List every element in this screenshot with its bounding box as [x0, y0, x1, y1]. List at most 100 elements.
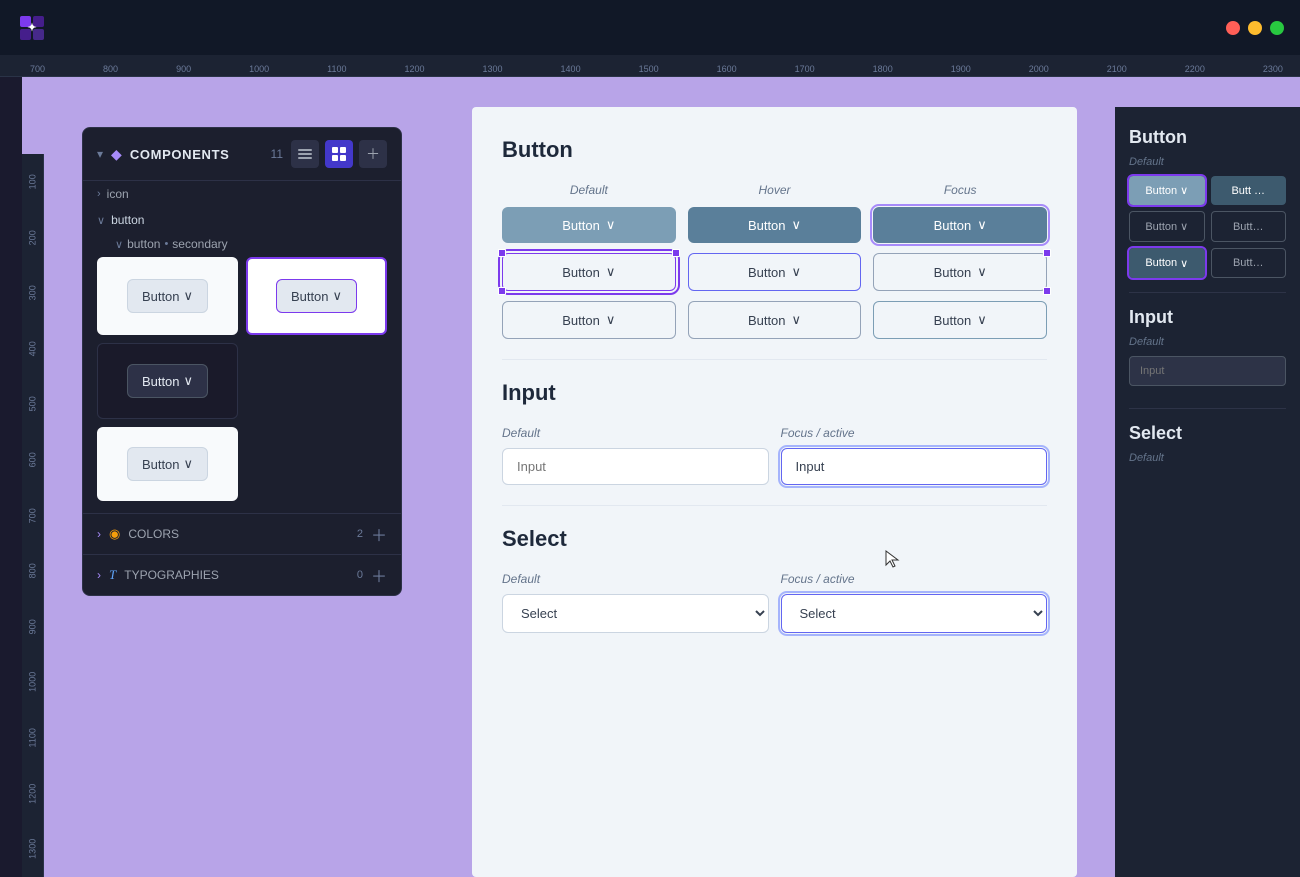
add-typography-button[interactable]: ＋: [371, 563, 387, 587]
button-outline-default[interactable]: Button ∨: [502, 301, 676, 339]
button-section-title: Button: [502, 137, 1047, 163]
chevron-down-icon: …: [1254, 185, 1265, 197]
right-select-title: Select: [1129, 423, 1286, 444]
horizontal-ruler: 700 800 900 1000 1100 1200 1300 1400 150…: [0, 55, 1300, 77]
ruler-mark: 2300: [1263, 64, 1283, 74]
component-button-dark-1[interactable]: Button ∨: [127, 364, 208, 398]
canvas[interactable]: 100 200 300 400 500 600 700 800 900 1000…: [22, 77, 1300, 877]
button-primary-focus[interactable]: Button ∨: [873, 207, 1047, 243]
button-outline-focus-selected[interactable]: Button ∨: [873, 253, 1047, 291]
chevron-down-icon: ∨: [792, 217, 802, 233]
component-button-bottom[interactable]: Button ∨: [127, 447, 208, 481]
button-state-labels: Default Hover Focus: [502, 183, 1047, 197]
vertical-ruler: 100 200 300 400 500 600 700 800 900 1000…: [22, 154, 44, 877]
state-default-label: Default: [502, 183, 676, 197]
button-label: Button: [142, 457, 180, 472]
right-divider-2: [1129, 408, 1286, 409]
component-card-light-2[interactable]: Button ∨: [246, 257, 387, 335]
input-default-label: Default: [502, 426, 769, 440]
right-button-row-3: Button ∨ Butt…: [1129, 248, 1286, 278]
tree-item-icon-label: icon: [107, 187, 129, 201]
svg-text:✦: ✦: [27, 22, 36, 34]
right-button-outline-3[interactable]: Butt…: [1211, 248, 1287, 278]
panel-count: 11: [271, 147, 283, 161]
maximize-button[interactable]: [1270, 21, 1284, 35]
close-button[interactable]: [1226, 21, 1240, 35]
ruler-mark: 1700: [795, 64, 815, 74]
button-text: Button: [562, 218, 600, 233]
button-text: Button: [748, 265, 786, 280]
button-row-outline-selected: Button ∨ Button ∨ Button: [502, 253, 1047, 291]
select-focus-label: Focus / active: [781, 572, 1048, 586]
chevron-down-icon: ∨: [977, 312, 987, 328]
section-divider-2: [502, 505, 1047, 506]
select-focused-field[interactable]: Select: [781, 594, 1048, 633]
list-view-button[interactable]: [291, 140, 319, 168]
ruler-mark: 1300: [483, 64, 503, 74]
tree-item-button[interactable]: ∨ button: [83, 207, 401, 233]
state-hover-label: Hover: [688, 183, 862, 197]
right-button-active-3[interactable]: Button ∨: [1129, 248, 1205, 278]
colors-count: 2: [357, 528, 363, 540]
right-input-title: Input: [1129, 307, 1286, 328]
button-outline-hover[interactable]: Button ∨: [688, 301, 862, 339]
v-ruler-mark: 1300: [22, 839, 44, 860]
button-outline-default-selected[interactable]: Button ∨: [502, 253, 676, 291]
ruler-mark: 1100: [327, 64, 346, 74]
right-button-outline-1[interactable]: Button ∨: [1129, 211, 1205, 242]
button-text: Button: [562, 265, 600, 280]
v-ruler-mark: 100: [22, 171, 44, 192]
select-default-field[interactable]: Select: [502, 594, 769, 633]
button-primary-default[interactable]: Button ∨: [502, 207, 676, 243]
button-label: Button: [142, 289, 180, 304]
add-color-button[interactable]: ＋: [371, 522, 387, 546]
tree-item-button-secondary[interactable]: ∨ button • secondary: [83, 233, 401, 257]
panel-collapse-icon[interactable]: ▾: [97, 147, 103, 161]
button-outline-hover-selected[interactable]: Button ∨: [688, 253, 862, 291]
chevron-down-icon: ∨: [1180, 220, 1188, 233]
tree-secondary-chevron-icon: ∨: [115, 238, 123, 251]
chevron-right-icon: ›: [97, 527, 101, 541]
component-button-selected[interactable]: Button ∨: [276, 279, 357, 313]
component-card-bottom[interactable]: Button ∨: [97, 427, 238, 501]
input-focused-field[interactable]: [781, 448, 1048, 485]
v-ruler-mark: 900: [22, 616, 44, 637]
chevron-down-icon: ∨: [977, 264, 987, 280]
component-grid: Button ∨ Button ∨ Button ∨ Button: [83, 257, 401, 513]
input-default-field[interactable]: [502, 448, 769, 485]
button-section: Button Default Hover Focus Button ∨ Butt…: [502, 137, 1047, 339]
chevron-down-icon: ∨: [606, 264, 616, 280]
ruler-mark: 1000: [249, 64, 269, 74]
right-button-title: Button: [1129, 127, 1286, 148]
right-button-teal-1[interactable]: Button ∨: [1129, 176, 1205, 205]
button-outline-focus[interactable]: Button ∨: [873, 301, 1047, 339]
component-card-dark-1[interactable]: Button ∨: [97, 343, 238, 419]
tree-secondary-label: secondary: [172, 237, 227, 251]
typographies-section-row[interactable]: › T TYPOGRAPHIES 0 ＋: [83, 554, 401, 595]
right-divider-1: [1129, 292, 1286, 293]
colors-label: COLORS: [128, 527, 349, 541]
grid-view-button[interactable]: [325, 140, 353, 168]
add-component-button[interactable]: ＋: [359, 140, 387, 168]
button-row-primary: Button ∨ Button ∨ Button ∨: [502, 207, 1047, 243]
button-primary-hover[interactable]: Button ∨: [688, 207, 862, 243]
right-default-label: Default: [1129, 156, 1286, 168]
minimize-button[interactable]: [1248, 21, 1262, 35]
ruler-mark: 1900: [951, 64, 971, 74]
component-button-light-1[interactable]: Button ∨: [127, 279, 208, 313]
chevron-down-icon: ∨: [184, 456, 194, 472]
selected-button-wrapper-3: Button ∨: [873, 253, 1047, 291]
main-panel: Button Default Hover Focus Button ∨ Butt…: [472, 107, 1077, 877]
ruler-mark: 1200: [404, 64, 424, 74]
window-controls: [1226, 21, 1284, 35]
right-button-teal-overflow-1[interactable]: Butt …: [1211, 176, 1287, 205]
tree-item-icon[interactable]: › icon: [83, 181, 401, 207]
component-card-light-1[interactable]: Button ∨: [97, 257, 238, 335]
v-ruler-mark: 1100: [22, 727, 44, 748]
colors-section-row[interactable]: › ◉ COLORS 2 ＋: [83, 513, 401, 554]
selection-handle-tr: [1043, 249, 1051, 257]
right-button-outline-2[interactable]: Butt…: [1211, 211, 1287, 242]
right-input-field[interactable]: [1129, 356, 1286, 386]
button-text: Button: [1145, 185, 1177, 197]
select-section: Select Default Focus / active Select Sel…: [502, 526, 1047, 633]
